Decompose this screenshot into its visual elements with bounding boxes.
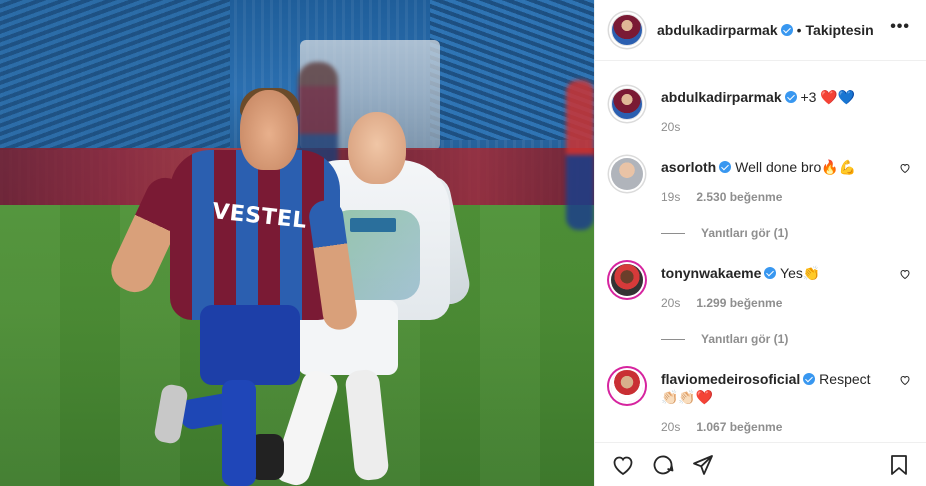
comment-avatar[interactable] <box>611 264 643 296</box>
like-heart-icon[interactable] <box>899 268 911 283</box>
comment-item: tonynwakaeme Yes👏 20s 1.299 beğenme <box>611 240 911 310</box>
comment-icon[interactable] <box>649 451 677 479</box>
comment-line: asorloth Well done bro🔥💪 <box>661 158 911 176</box>
author-username[interactable]: abdulkadirparmak <box>657 22 778 38</box>
like-heart-icon[interactable] <box>899 162 911 177</box>
comment-text: Yes <box>780 265 803 281</box>
instagram-post-view: VESTEL abdulkadirparmak • Takiptesin ••• <box>0 0 926 486</box>
comment-emojis: 👏🏻👏🏻❤️ <box>661 389 714 405</box>
post-photo[interactable]: VESTEL <box>0 0 594 486</box>
follow-status-button[interactable]: Takiptesin <box>806 22 874 38</box>
comment-likes[interactable]: 1.299 beğenme <box>696 296 782 310</box>
comment-body: tonynwakaeme Yes👏 20s 1.299 beğenme <box>661 264 911 310</box>
comment-text: Respect <box>819 371 871 387</box>
comment-username[interactable]: flaviomedeirosoficial <box>661 371 800 387</box>
comment-line: flaviomedeirosoficial Respect 👏🏻👏🏻❤️ <box>661 370 911 406</box>
opponent-sponsor-badge <box>350 218 396 232</box>
caption-avatar[interactable] <box>611 88 643 120</box>
comment-meta: 19s 2.530 beğenme <box>661 190 911 204</box>
caption-meta: 20s <box>661 120 911 134</box>
caption-username[interactable]: abdulkadirparmak <box>661 89 782 105</box>
verified-badge-icon <box>784 91 797 103</box>
comment-avatar[interactable] <box>611 158 643 190</box>
comment-body: flaviomedeirosoficial Respect 👏🏻👏🏻❤️ 20s… <box>661 370 911 434</box>
author-info: abdulkadirparmak • Takiptesin <box>657 22 874 38</box>
separator-dot: • <box>796 22 802 38</box>
comment-meta: 20s 1.067 beğenme <box>661 420 911 434</box>
caption-line: abdulkadirparmak +3 ❤️💙 <box>661 88 911 106</box>
opponent-head <box>348 112 406 184</box>
comment-username[interactable]: tonynwakaeme <box>661 265 761 281</box>
comment-time[interactable]: 20s <box>661 296 680 310</box>
comment-emojis: 🔥💪 <box>821 159 857 175</box>
stands-left <box>0 0 230 150</box>
bookmark-icon[interactable] <box>885 451 913 479</box>
comments-list: abdulkadirparmak +3 ❤️💙 20s asorloth Wel… <box>595 62 926 444</box>
comment-time[interactable]: 20s <box>661 420 680 434</box>
post-header: abdulkadirparmak • Takiptesin ••• <box>595 0 926 61</box>
comment-line: tonynwakaeme Yes👏 <box>661 264 911 282</box>
player-shorts <box>200 305 300 385</box>
verified-badge-icon <box>780 24 793 36</box>
verified-badge-icon <box>719 161 732 173</box>
like-icon[interactable] <box>609 451 637 479</box>
verified-badge-icon <box>764 267 777 279</box>
caption-text: +3 <box>800 89 817 105</box>
post-actions-bar <box>595 442 926 486</box>
comment-item: asorloth Well done bro🔥💪 19s 2.530 beğen… <box>611 134 911 204</box>
comment-emojis: 👏 <box>802 265 821 281</box>
view-replies-button[interactable]: Yanıtları gör (1) <box>661 332 911 346</box>
caption-emojis: ❤️💙 <box>820 89 856 105</box>
replies-line <box>661 232 685 234</box>
view-replies-button[interactable]: Yanıtları gör (1) <box>661 226 911 240</box>
replies-label: Yanıtları gör (1) <box>701 226 789 240</box>
like-heart-icon[interactable] <box>899 374 911 389</box>
comment-text: Well done bro <box>735 159 822 175</box>
more-options-icon[interactable]: ••• <box>890 18 910 42</box>
caption-time[interactable]: 20s <box>661 120 680 134</box>
verified-badge-icon <box>803 373 816 385</box>
share-icon[interactable] <box>689 451 717 479</box>
background-player-right <box>566 80 594 230</box>
comment-likes[interactable]: 2.530 beğenme <box>696 190 782 204</box>
caption: abdulkadirparmak +3 ❤️💙 20s <box>611 62 911 134</box>
author-avatar[interactable] <box>611 14 643 46</box>
player-sock-right <box>222 380 256 486</box>
comment-time[interactable]: 19s <box>661 190 680 204</box>
comment-likes[interactable]: 1.067 beğenme <box>696 420 782 434</box>
comment-item: flaviomedeirosoficial Respect 👏🏻👏🏻❤️ 20s… <box>611 346 911 434</box>
comment-username[interactable]: asorloth <box>661 159 716 175</box>
comment-meta: 20s 1.299 beğenme <box>661 296 911 310</box>
comment-avatar[interactable] <box>611 370 643 402</box>
post-side-panel: abdulkadirparmak • Takiptesin ••• abdulk… <box>594 0 926 486</box>
player-head <box>240 90 298 170</box>
comment-body: asorloth Well done bro🔥💪 19s 2.530 beğen… <box>661 158 911 204</box>
replies-line <box>661 338 685 340</box>
caption-body: abdulkadirparmak +3 ❤️💙 20s <box>661 88 911 134</box>
replies-label: Yanıtları gör (1) <box>701 332 789 346</box>
